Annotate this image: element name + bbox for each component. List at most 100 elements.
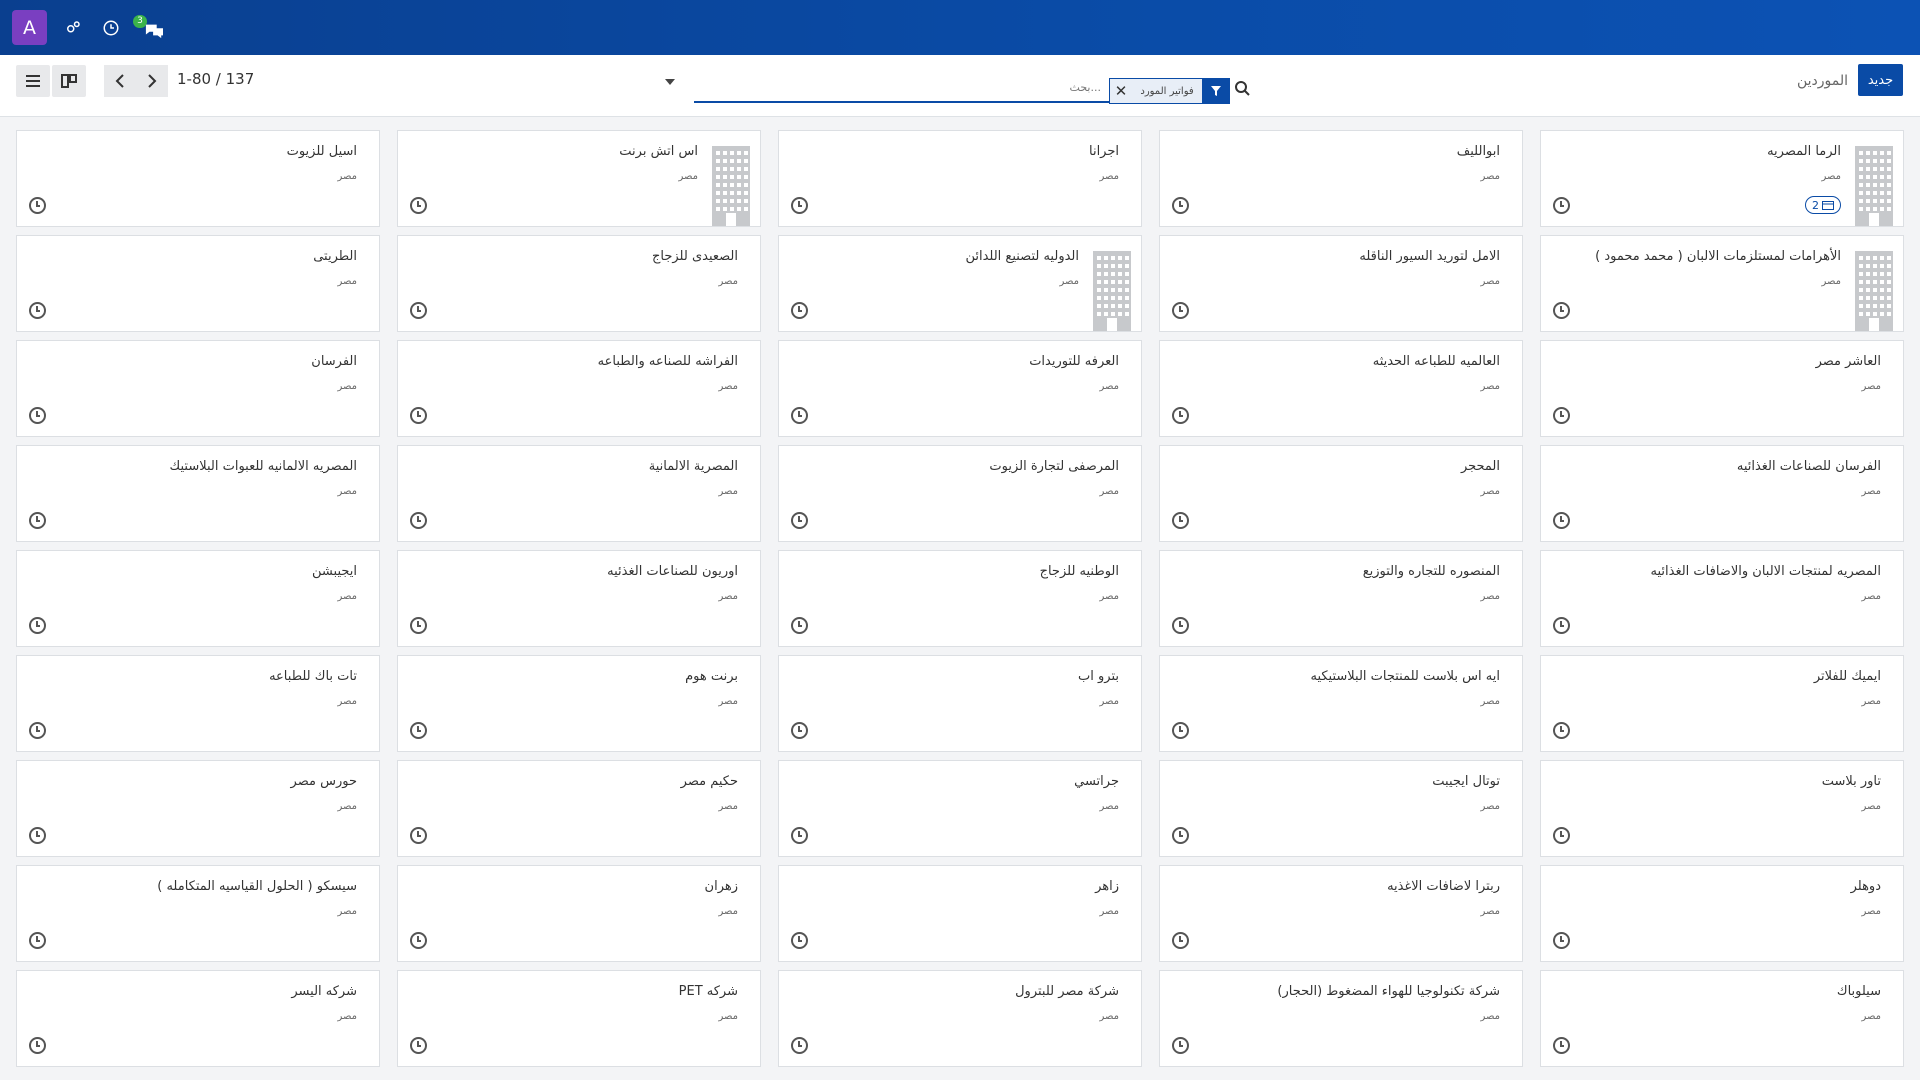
activity-clock-icon[interactable] [1172,407,1189,424]
vendor-card[interactable]: الصعيدى للزجاج مصر [397,235,761,332]
activity-clock-icon[interactable] [1553,617,1570,634]
vendor-card[interactable]: الدوليه لتصنيع اللدائن مصر [778,235,1142,332]
activity-clock-icon[interactable] [29,722,46,739]
activity-clock-icon[interactable] [791,302,808,319]
activity-clock-icon[interactable] [1553,932,1570,949]
vendor-card[interactable]: العاشر مصر مصر [1540,340,1904,437]
activity-clock-icon[interactable] [410,722,427,739]
vendor-card[interactable]: توتال ايجيبت مصر [1159,760,1523,857]
activity-clock-icon[interactable] [29,1037,46,1054]
activity-clock-icon[interactable] [1553,302,1570,319]
new-button[interactable]: جديد [1858,64,1903,96]
activity-clock-icon[interactable] [1553,1037,1570,1054]
vendor-card[interactable]: الفرسان للصناعات الغذائيه مصر [1540,445,1904,542]
list-view-button[interactable] [16,65,50,97]
vendor-card[interactable]: دوهلر مصر [1540,865,1904,962]
vendor-card[interactable]: شركه PET مصر [397,970,761,1067]
vendor-card[interactable]: اجرانا مصر [778,130,1142,227]
activity-clock-icon[interactable] [410,827,427,844]
activity-clock-icon[interactable] [791,827,808,844]
vendor-card[interactable]: شركة مصر للبترول مصر [778,970,1142,1067]
activity-clock-icon[interactable] [29,302,46,319]
activity-clock-icon[interactable] [29,827,46,844]
pager-previous-button[interactable] [104,65,136,97]
activity-clock-icon[interactable] [1172,512,1189,529]
vendor-card[interactable]: ايميك للفلاتر مصر [1540,655,1904,752]
activity-clock-icon[interactable] [1553,407,1570,424]
user-avatar[interactable]: A [12,10,47,45]
vendor-card[interactable]: المصريه لمنتجات الالبان والاضافات الغذائ… [1540,550,1904,647]
activity-clock-icon[interactable] [1172,197,1189,214]
activity-clock-icon[interactable] [29,617,46,634]
pager-value[interactable]: 1-80 / 137 [177,70,254,88]
activity-clock-icon[interactable] [791,512,808,529]
activity-clock-icon[interactable] [1553,197,1570,214]
activity-clock-icon[interactable] [1172,1037,1189,1054]
vendor-card[interactable]: الامل لتوريد السيور الناقله مصر [1159,235,1523,332]
activity-clock-icon[interactable] [29,407,46,424]
activity-clock-icon[interactable] [1553,512,1570,529]
messages-button[interactable]: 3 [133,13,167,43]
vendor-card[interactable]: الفراشه للصناعه والطباعه مصر [397,340,761,437]
vendor-card[interactable]: العالميه للطباعه الحديثه مصر [1159,340,1523,437]
vendor-card[interactable]: حورس مصر مصر [16,760,380,857]
activity-clock-icon[interactable] [1172,302,1189,319]
activity-clock-icon[interactable] [791,722,808,739]
activity-clock-icon[interactable] [29,197,46,214]
vendor-card[interactable]: حكيم مصر مصر [397,760,761,857]
activity-clock-icon[interactable] [410,617,427,634]
vendor-card[interactable]: شركة تكنولوجيا للهواء المضغوط (الحجار) مص… [1159,970,1523,1067]
vendor-card[interactable]: جراتسي مصر [778,760,1142,857]
invoice-count-badge[interactable]: 2 [1805,196,1841,214]
vendor-card[interactable]: ابوالليف مصر [1159,130,1523,227]
vendor-card[interactable]: اسيل للزيوت مصر [16,130,380,227]
vendor-card[interactable]: ربترا لاضافات الاغذيه مصر [1159,865,1523,962]
activity-clock-icon[interactable] [791,617,808,634]
vendor-card[interactable]: الوطنيه للزجاج مصر [778,550,1142,647]
activity-clock-icon[interactable] [410,932,427,949]
activity-clock-icon[interactable] [29,932,46,949]
activity-clock-icon[interactable] [410,197,427,214]
activity-clock-icon[interactable] [410,407,427,424]
vendor-card[interactable]: تاور بلاست مصر [1540,760,1904,857]
clock-icon[interactable] [99,16,123,40]
vendor-card[interactable]: المنصوره للتجاره والتوزيع مصر [1159,550,1523,647]
search-icon[interactable] [1234,80,1254,100]
pager-next-button[interactable] [136,65,168,97]
vendor-card[interactable]: برنت هوم مصر [397,655,761,752]
settings-icon[interactable] [61,16,85,40]
vendor-card[interactable]: الطريتى مصر [16,235,380,332]
vendor-card[interactable]: زاهر مصر [778,865,1142,962]
activity-clock-icon[interactable] [791,1037,808,1054]
activity-clock-icon[interactable] [29,512,46,529]
vendor-card[interactable]: تات باك للطباعه مصر [16,655,380,752]
activity-clock-icon[interactable] [1172,827,1189,844]
activity-clock-icon[interactable] [1172,617,1189,634]
vendor-card[interactable]: المحجر مصر [1159,445,1523,542]
vendor-card[interactable]: بترو اب مصر [778,655,1142,752]
activity-clock-icon[interactable] [1553,722,1570,739]
search-input[interactable] [696,77,1101,97]
vendor-card[interactable]: العرفه للتوريدات مصر [778,340,1142,437]
activity-clock-icon[interactable] [791,407,808,424]
facet-remove-button[interactable]: ✕ [1110,79,1132,103]
activity-clock-icon[interactable] [791,932,808,949]
vendor-card[interactable]: المصرية الالمانية مصر [397,445,761,542]
vendor-card[interactable]: سيسكو ( الحلول القياسيه المتكامله ) مصر [16,865,380,962]
activity-clock-icon[interactable] [791,197,808,214]
activity-clock-icon[interactable] [1172,722,1189,739]
kanban-view-button[interactable] [52,65,86,97]
activity-clock-icon[interactable] [1172,932,1189,949]
search-dropdown-toggle[interactable] [665,79,675,85]
vendor-card[interactable]: المرصفى لتجارة الزيوت مصر [778,445,1142,542]
vendor-card[interactable]: المصريه الالمانيه للعبوات البلاستيك مصر [16,445,380,542]
activity-clock-icon[interactable] [410,512,427,529]
vendor-card[interactable]: شركه اليسر مصر [16,970,380,1067]
activity-clock-icon[interactable] [1553,827,1570,844]
vendor-card[interactable]: ايجيبشن مصر [16,550,380,647]
vendor-card[interactable]: الأهرامات لمستلزمات الالبان ( محمد محمود… [1540,235,1904,332]
vendor-card[interactable]: اس اتش برنت مصر [397,130,761,227]
vendor-card[interactable]: ايه اس بلاست للمنتجات البلاستيكيه مصر [1159,655,1523,752]
vendor-card[interactable]: سيلوباك مصر [1540,970,1904,1067]
activity-clock-icon[interactable] [410,302,427,319]
